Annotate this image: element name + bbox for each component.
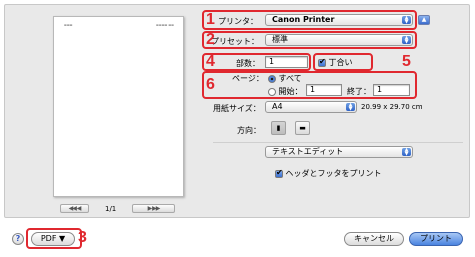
- popup-arrows-icon: ▲ ▼: [402, 148, 411, 157]
- annotation-box-1: [202, 10, 417, 30]
- print-button[interactable]: プリント: [409, 232, 463, 246]
- annotation-number-5: 5: [402, 53, 411, 70]
- disclosure-triangle-icon[interactable]: ▲: [418, 15, 430, 25]
- annotation-number-2: 2: [206, 31, 215, 48]
- annotation-number-6: 6: [206, 76, 215, 93]
- annotation-number-3: 3: [78, 229, 87, 246]
- preview-page: ▬▬▬ ▬▬▬▬ ▬▬: [53, 16, 184, 197]
- orientation-portrait-button[interactable]: ▮: [271, 121, 286, 135]
- orientation-label: 方向：: [237, 126, 261, 135]
- paper-size-popup[interactable]: A4 ▲ ▼: [265, 101, 357, 113]
- cancel-button[interactable]: キャンセル: [344, 232, 404, 246]
- paper-size-value: A4: [272, 102, 283, 111]
- header-footer-label: ヘッダとフッタをプリント: [285, 169, 382, 178]
- paper-dimensions: 20.99 x 29.70 cm: [361, 103, 423, 111]
- header-footer-check-icon[interactable]: [275, 168, 283, 178]
- orientation-landscape-button[interactable]: ▬: [295, 121, 310, 135]
- preview-prev-buttons[interactable]: ◀◀ ◀: [60, 204, 89, 213]
- portrait-icon: ▮: [276, 124, 281, 132]
- divider: [213, 142, 463, 143]
- preview-header-left: ▬▬▬: [64, 23, 73, 27]
- annotation-box-4: [202, 53, 311, 71]
- help-button[interactable]: ?: [12, 233, 24, 245]
- header-footer-checkbox[interactable]: ヘッダとフッタをプリント: [275, 168, 382, 179]
- landscape-icon: ▬: [299, 124, 306, 132]
- popup-arrows-icon: ▲ ▼: [346, 103, 355, 112]
- annotation-box-3: [26, 228, 82, 249]
- panel-value: テキストエディット: [272, 147, 344, 156]
- annotation-number-4: 4: [206, 53, 215, 70]
- annotation-number-1: 1: [206, 11, 215, 28]
- annotation-box-2: [202, 31, 417, 49]
- annotation-box-5: [313, 53, 373, 71]
- preview-header-right: ▬▬▬▬ ▬▬: [156, 23, 174, 27]
- paper-size-label: 用紙サイズ：: [213, 104, 261, 113]
- page-indicator: 1/1: [105, 205, 117, 213]
- annotation-box-6: [202, 71, 417, 99]
- panel-popup[interactable]: テキストエディット ▲ ▼: [265, 146, 413, 158]
- preview-next-buttons[interactable]: ▶ ▶▶: [132, 204, 175, 213]
